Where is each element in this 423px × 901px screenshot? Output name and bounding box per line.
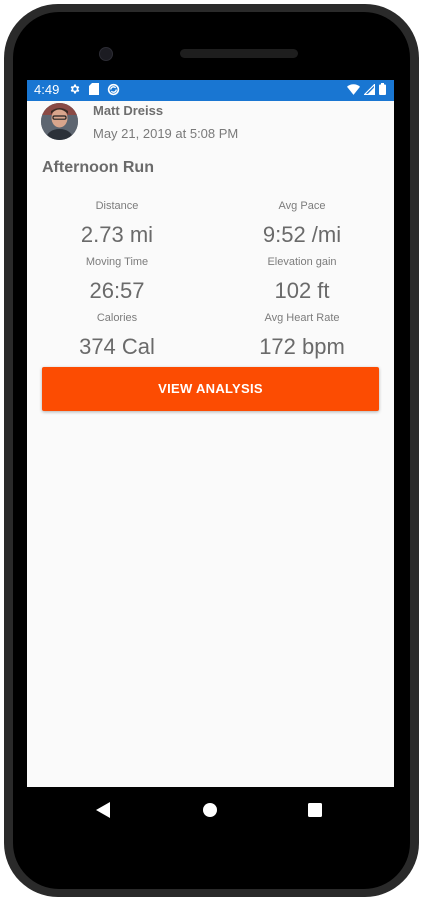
stat-distance: Distance 2.73 mi [42,199,192,248]
activity-title: Afternoon Run [42,159,154,176]
status-system-icons [343,83,386,98]
app-screen: 4:49 Matt Dreiss May 21, 2019 at 5:08 PM… [27,80,394,787]
stat-value: 172 bpm [259,334,345,359]
sd-card-icon [89,83,99,98]
stat-value: 2.73 mi [80,222,154,247]
earpiece-speaker [180,49,298,58]
home-icon[interactable] [203,803,217,822]
stat-moving-time: Moving Time 26:57 [42,255,192,304]
back-icon[interactable] [96,802,110,823]
wifi-icon [347,83,360,98]
activity-date: May 21, 2019 at 5:08 PM [93,126,239,141]
stat-avg-pace: Avg Pace 9:52 /mi [227,199,377,248]
stat-label: Moving Time [85,256,149,268]
recents-icon[interactable] [308,803,322,822]
stat-value: 374 Cal [79,334,155,359]
athlete-name[interactable]: Matt Dreiss [93,103,163,118]
stat-avg-heart-rate: Avg Heart Rate 172 bpm [227,311,377,360]
view-analysis-button[interactable]: VIEW ANALYSIS [42,367,379,411]
stat-label: Avg Pace [278,200,326,212]
stat-label: Avg Heart Rate [264,312,340,324]
stat-label: Calories [96,312,138,324]
cell-signal-icon [363,83,375,98]
gear-icon [69,83,81,98]
status-notification-icons [69,83,128,98]
battery-icon [379,83,386,98]
sync-icon [107,83,120,99]
navigation-bar [18,788,403,832]
stat-label: Elevation gain [267,256,337,268]
front-camera [99,47,113,61]
athlete-avatar[interactable] [41,103,78,140]
stat-value: 26:57 [89,278,145,303]
stat-value: 9:52 /mi [262,222,342,247]
stat-calories: Calories 374 Cal [42,311,192,360]
status-bar: 4:49 [27,80,394,101]
stat-value: 102 ft [274,278,330,303]
stat-label: Distance [95,200,139,212]
stat-elevation-gain: Elevation gain 102 ft [227,255,377,304]
status-time: 4:49 [34,82,60,97]
